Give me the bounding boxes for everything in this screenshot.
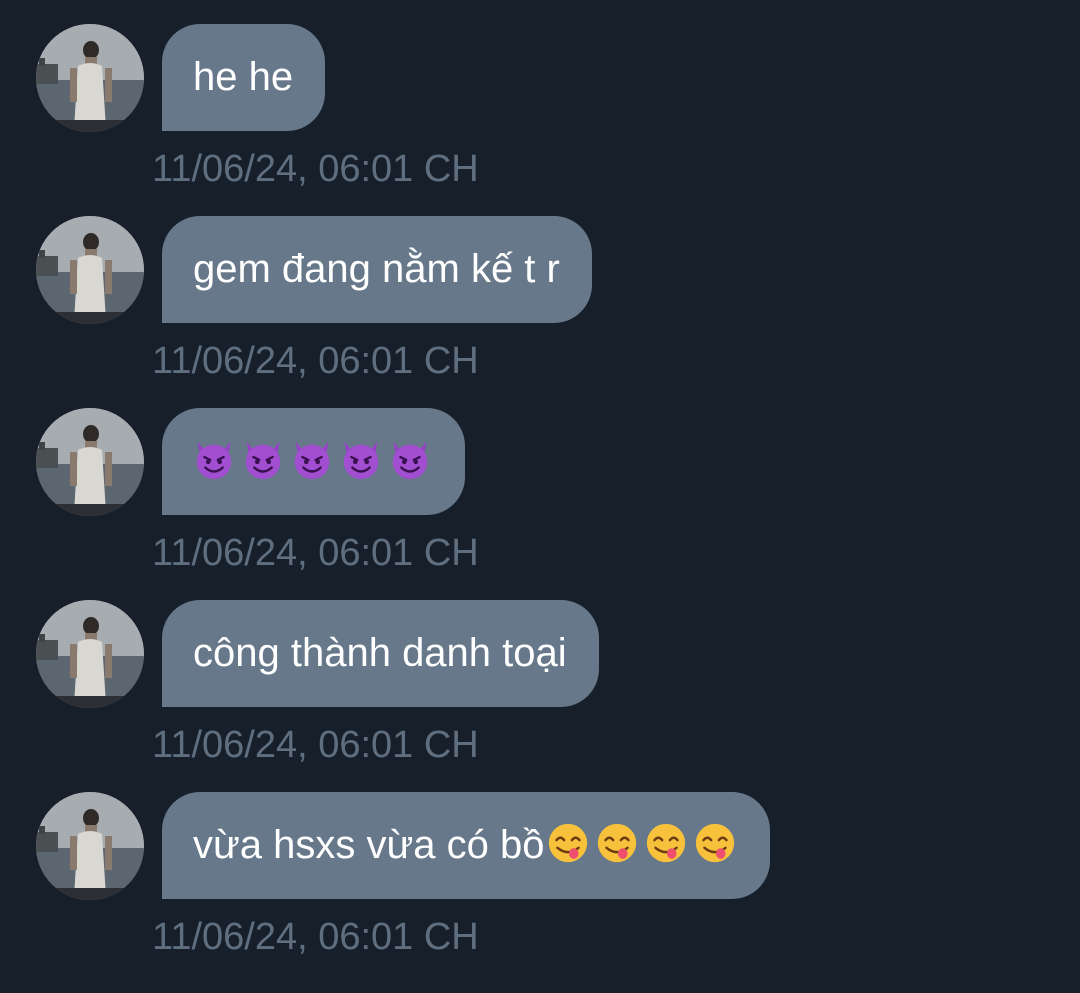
- smiling-face-with-horns-icon: [196, 441, 232, 480]
- avatar[interactable]: [36, 24, 144, 132]
- message-row: gem đang nằm kế t r 11/06/24, 06:01 CH: [0, 192, 1080, 384]
- message-bubble[interactable]: công thành danh toại: [162, 600, 599, 707]
- message-row: 11/06/24, 06:01 CH: [0, 384, 1080, 576]
- avatar[interactable]: [36, 216, 144, 324]
- chat-thread[interactable]: he he 11/06/24, 06:01 CH gem đang nằm kế…: [0, 0, 1080, 993]
- message-text: công thành danh toại: [193, 631, 567, 675]
- smiling-face-with-horns-icon: [294, 441, 330, 480]
- face-savoring-food-icon: [647, 823, 686, 863]
- message-bubble[interactable]: [162, 408, 465, 515]
- avatar-photo: [36, 792, 144, 900]
- avatar[interactable]: [36, 408, 144, 516]
- message-timestamp: 11/06/24, 06:01 CH: [152, 916, 479, 958]
- avatar-photo: [36, 24, 144, 132]
- avatar-photo: [36, 600, 144, 708]
- message-text: vừa hsxs vừa có bồ: [193, 823, 545, 867]
- smiling-face-with-horns-icon: [343, 441, 379, 480]
- message-bubble[interactable]: gem đang nằm kế t r: [162, 216, 592, 323]
- message-timestamp: 11/06/24, 06:01 CH: [152, 532, 479, 574]
- smiling-face-with-horns-icon: [245, 441, 281, 480]
- message-timestamp: 11/06/24, 06:01 CH: [152, 724, 479, 766]
- message-timestamp: 11/06/24, 06:01 CH: [152, 340, 479, 382]
- message-row: he he 11/06/24, 06:01 CH: [0, 0, 1080, 192]
- message-bubble[interactable]: vừa hsxs vừa có bồ: [162, 792, 771, 899]
- avatar-photo: [36, 408, 144, 516]
- avatar[interactable]: [36, 792, 144, 900]
- avatar[interactable]: [36, 600, 144, 708]
- message-timestamp: 11/06/24, 06:01 CH: [152, 148, 479, 190]
- smiling-face-with-horns-icon: [392, 441, 428, 480]
- message-row: vừa hsxs vừa có bồ 11/06/24, 06:01 CH: [0, 768, 1080, 960]
- message-text: he he: [193, 55, 294, 99]
- face-savoring-food-icon: [549, 823, 588, 863]
- face-savoring-food-icon: [598, 823, 637, 863]
- message-bubble[interactable]: he he: [162, 24, 326, 131]
- face-savoring-food-icon: [696, 823, 735, 863]
- message-row: công thành danh toại 11/06/24, 06:01 CH: [0, 576, 1080, 768]
- avatar-photo: [36, 216, 144, 324]
- message-text: gem đang nằm kế t r: [193, 247, 560, 291]
